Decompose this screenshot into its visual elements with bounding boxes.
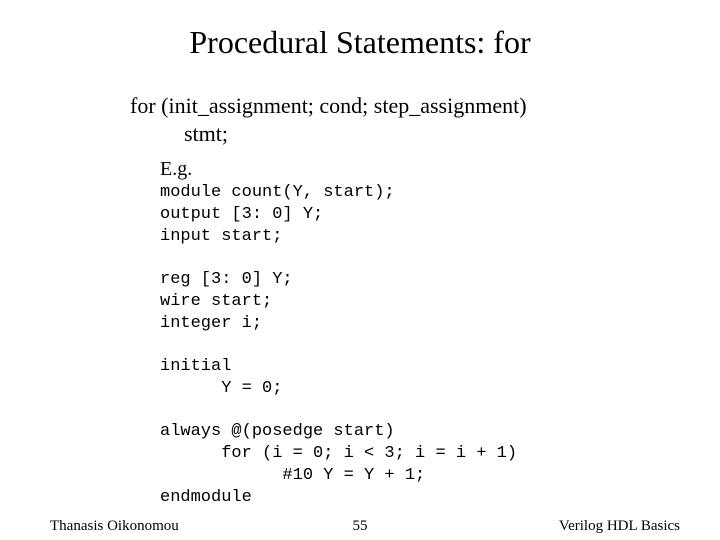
example-label: E.g. [160,158,192,181]
slide: Procedural Statements: for for (init_ass… [0,0,720,540]
syntax-line-1: for (init_assignment; cond; step_assignm… [130,92,527,120]
syntax-line-2: stmt; [130,120,527,148]
footer-course: Verilog HDL Basics [559,518,680,535]
syntax-block: for (init_assignment; cond; step_assignm… [130,92,527,147]
code-block: module count(Y, start); output [3: 0] Y;… [160,182,517,508]
slide-title: Procedural Statements: for [0,24,720,61]
